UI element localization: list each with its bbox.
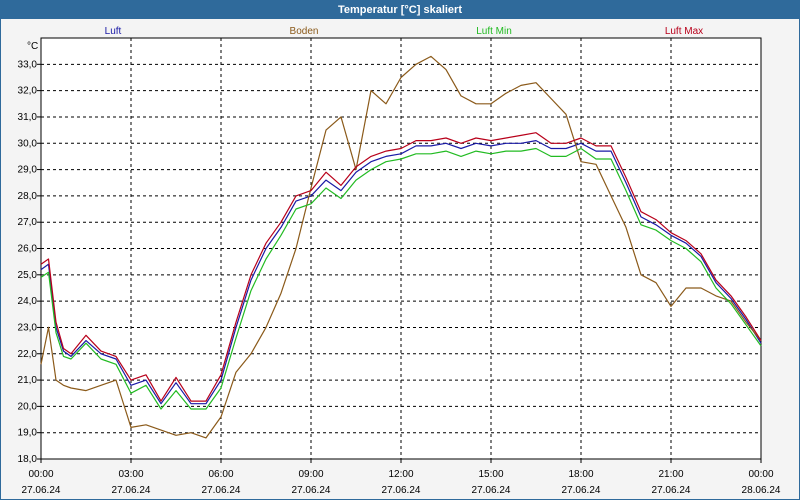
x-tick-date: 27.06.24: [562, 485, 601, 496]
y-axis: 18,0 19,0 20,0 21,0 22,0 23,0 24,0 25,0 26,0 27,0…: [18, 59, 41, 465]
y-axis-unit: °C: [27, 41, 38, 52]
x-tick-date: 27.06.24: [292, 485, 331, 496]
x-tick-date: 27.06.24: [202, 485, 241, 496]
y-tick-label: 18,0: [18, 454, 38, 465]
legend-item-luft-min: Luft Min: [476, 26, 512, 37]
x-axis: 00:00 27.06.24 03:00 27.06.24 06:00 27.06.24 0…: [22, 459, 781, 496]
x-tick-date: 27.06.24: [382, 485, 421, 496]
x-tick-date: 28.06.24: [742, 485, 781, 496]
y-tick-label: 33,0: [18, 59, 38, 70]
x-tick-date: 27.06.24: [652, 485, 691, 496]
legend-item-boden: Boden: [290, 26, 319, 37]
y-tick-label: 23,0: [18, 322, 38, 333]
y-tick-label: 32,0: [18, 86, 38, 97]
y-tick-label: 30,0: [18, 138, 38, 149]
x-tick-time: 15:00: [478, 469, 503, 480]
y-tick-label: 29,0: [18, 165, 38, 176]
x-tick-time: 00:00: [748, 469, 773, 480]
x-tick-time: 09:00: [298, 469, 323, 480]
y-tick-label: 25,0: [18, 270, 38, 281]
y-tick-label: 28,0: [18, 191, 38, 202]
legend-item-luft: Luft: [105, 26, 122, 37]
y-tick-label: 22,0: [18, 349, 38, 360]
x-tick-time: 00:00: [28, 469, 53, 480]
x-tick-time: 18:00: [568, 469, 593, 480]
x-tick-date: 27.06.24: [22, 485, 61, 496]
y-tick-label: 31,0: [18, 112, 38, 123]
chart-window: Temperatur [°C] skaliert 18,0 19,0 20,0 21,…: [0, 0, 800, 500]
y-tick-label: 20,0: [18, 401, 38, 412]
legend-item-luft-max: Luft Max: [665, 26, 703, 37]
x-tick-time: 21:00: [658, 469, 683, 480]
y-tick-label: 19,0: [18, 428, 38, 439]
x-tick-date: 27.06.24: [472, 485, 511, 496]
y-tick-label: 27,0: [18, 217, 38, 228]
y-tick-label: 24,0: [18, 296, 38, 307]
y-tick-label: 26,0: [18, 244, 38, 255]
x-tick-time: 03:00: [118, 469, 143, 480]
temperature-chart: 18,0 19,0 20,0 21,0 22,0 23,0 24,0 25,0 26,0 27,0…: [18, 26, 781, 496]
x-tick-time: 12:00: [388, 469, 413, 480]
x-tick-date: 27.06.24: [112, 485, 151, 496]
x-tick-time: 06:00: [208, 469, 233, 480]
legend: Luft Boden Luft Min Luft Max: [105, 26, 704, 37]
y-tick-label: 21,0: [18, 375, 38, 386]
